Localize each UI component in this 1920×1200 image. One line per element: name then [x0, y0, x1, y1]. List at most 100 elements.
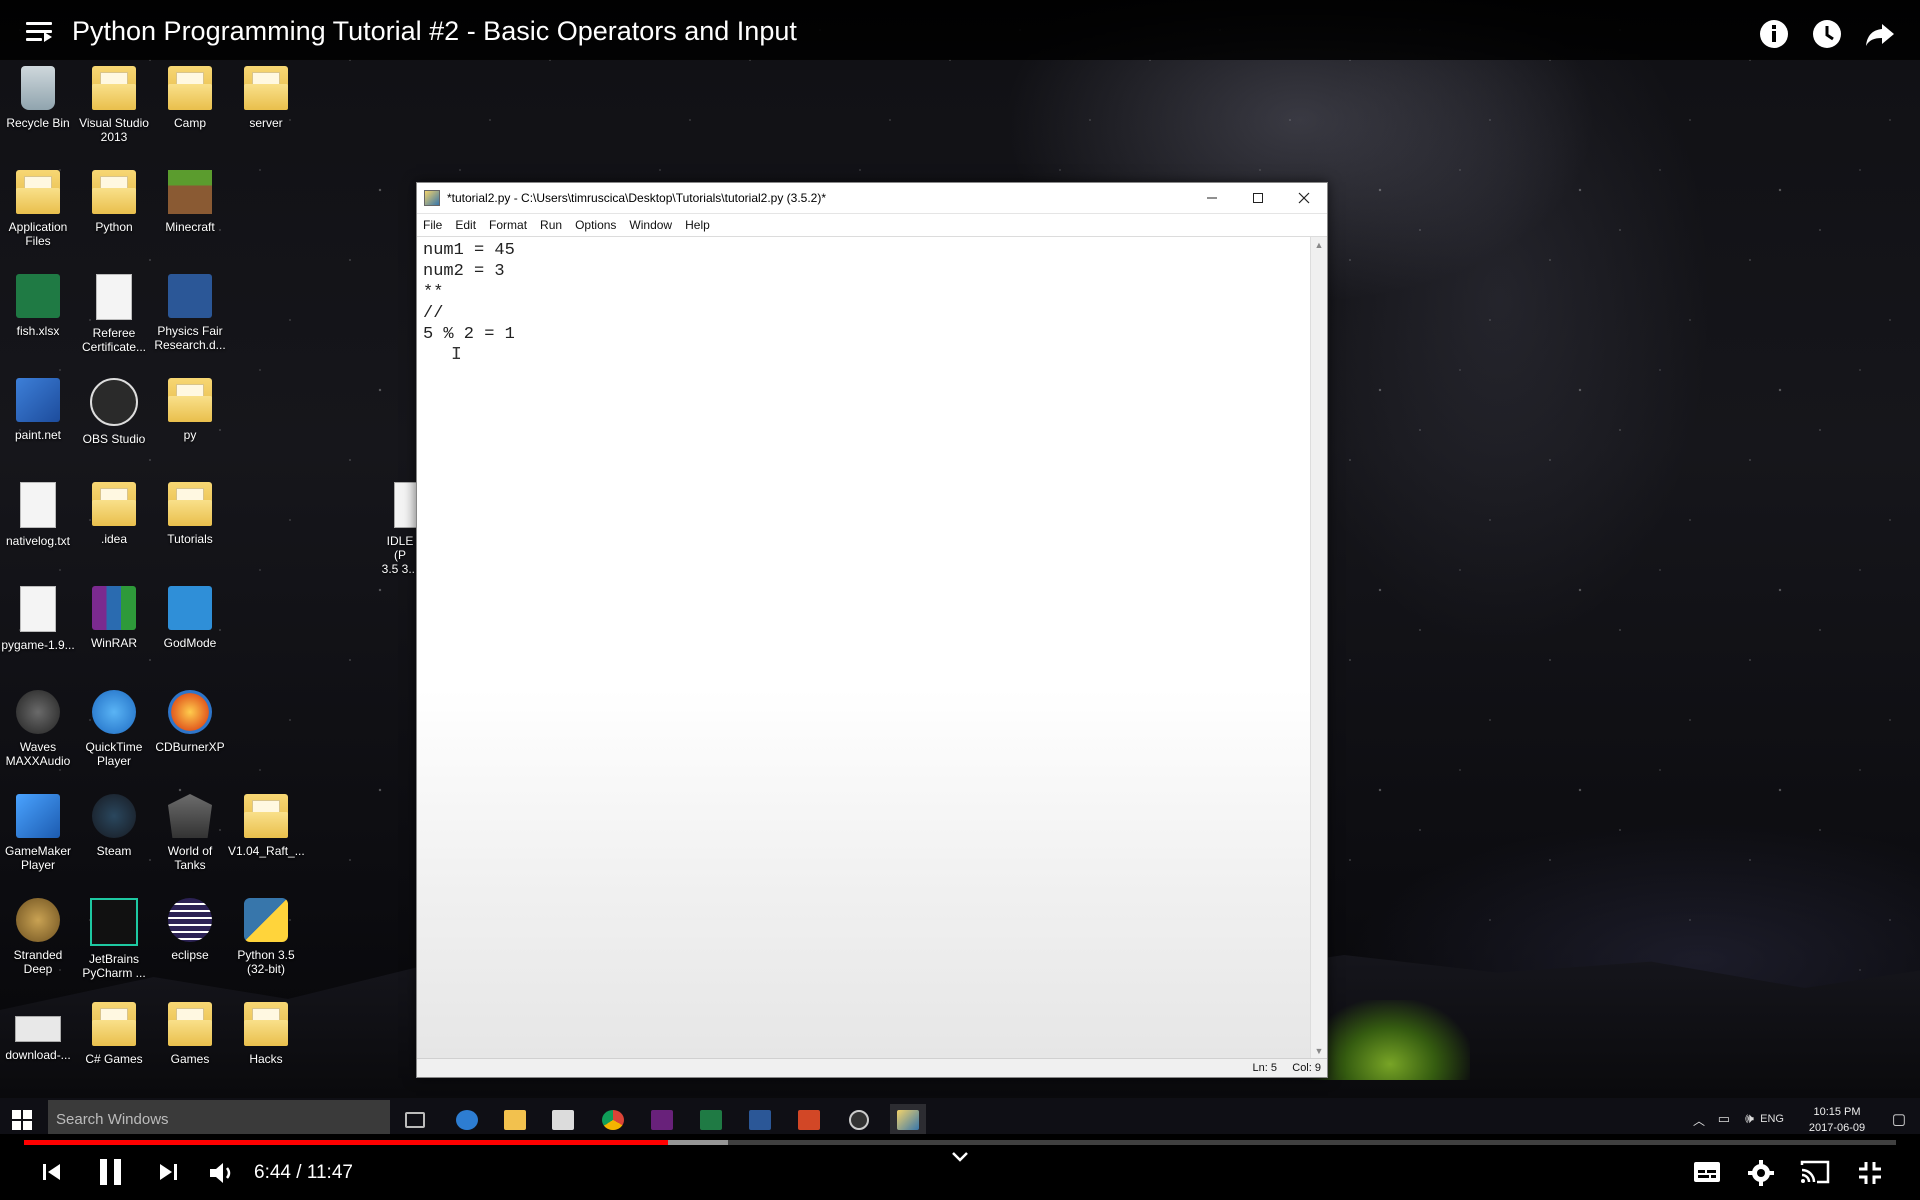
desktop-icon-pycharm[interactable]: JetBrains PyCharm ... [76, 898, 152, 980]
next-button[interactable] [156, 1160, 180, 1189]
desktop-icon-fish-xlsx[interactable]: fish.xlsx [0, 274, 76, 338]
excel-icon [16, 274, 60, 318]
menu-run[interactable]: Run [540, 218, 562, 232]
menu-icon[interactable] [26, 22, 52, 42]
progress-bar[interactable] [24, 1140, 1896, 1145]
desktop-icon-tutorials[interactable]: Tutorials [152, 482, 228, 546]
download-icon [15, 1016, 61, 1042]
menu-format[interactable]: Format [489, 218, 527, 232]
desktop-icon-stranded-deep[interactable]: Stranded Deep [0, 898, 76, 976]
edge-icon[interactable] [449, 1104, 485, 1136]
desktop-icon-pygame[interactable]: pygame-1.9... [0, 586, 76, 652]
desktop-icon-world-of-tanks[interactable]: World of Tanks [152, 794, 228, 872]
desktop-icon-server[interactable]: server [228, 66, 304, 130]
store-icon[interactable] [545, 1104, 581, 1136]
status-column: Col: 9 [1292, 1062, 1321, 1074]
subtitles-button[interactable] [1693, 1160, 1721, 1189]
desktop-icon-idea[interactable]: .idea [76, 482, 152, 546]
scroll-down-icon[interactable]: ▼ [1311, 1043, 1327, 1059]
desktop-icon-referee-certificate[interactable]: Referee Certificate... [76, 274, 152, 354]
powerpoint-icon[interactable] [791, 1104, 827, 1136]
desktop-icon-recycle-bin[interactable]: Recycle Bin [0, 66, 76, 130]
desktop-icon-winrar[interactable]: WinRAR [76, 586, 152, 650]
file-explorer-icon[interactable] [497, 1104, 533, 1136]
volume-button[interactable] [208, 1160, 236, 1191]
desktop-icon-idle-partial[interactable]: IDLE (P 3.5 3... [380, 482, 426, 576]
desktop-icon-python-35[interactable]: Python 3.5 (32-bit) [228, 898, 304, 976]
code-editor[interactable]: num1 = 45 num2 = 3 ** // 5 % 2 = 1 I [417, 237, 1311, 1059]
desktop-icon-application-files[interactable]: Application Files [0, 170, 76, 248]
word-icon[interactable] [742, 1104, 778, 1136]
desktop-icon-python[interactable]: Python [76, 170, 152, 234]
folder-icon [244, 1002, 288, 1046]
eclipse-icon [168, 898, 212, 942]
obs-icon[interactable] [841, 1104, 877, 1138]
desktop-icon-visual-studio-2013[interactable]: Visual Studio 2013 [76, 66, 152, 144]
minimize-icon [1207, 197, 1217, 199]
exit-fullscreen-button[interactable] [1857, 1160, 1883, 1191]
desktop-icon-cdburnerxp[interactable]: CDBurnerXP [152, 690, 228, 754]
desktop-icon-py[interactable]: py [152, 378, 228, 442]
folder-icon [244, 66, 288, 110]
network-icon[interactable]: ▭ [1718, 1111, 1730, 1127]
desktop-icon-godmode[interactable]: GodMode [152, 586, 228, 650]
desktop-icon-minecraft[interactable]: Minecraft [152, 170, 228, 234]
previous-button[interactable] [40, 1160, 64, 1189]
excel-icon[interactable] [693, 1104, 729, 1136]
desktop-icon-physics-fair[interactable]: Physics Fair Research.d... [152, 274, 228, 352]
gamemaker-icon [16, 794, 60, 838]
info-icon[interactable] [1758, 18, 1790, 50]
minimize-button[interactable] [1189, 183, 1235, 213]
menu-window[interactable]: Window [629, 218, 672, 232]
taskbar-clock[interactable]: 10:15 PM 2017-06-09 [1802, 1104, 1872, 1136]
chevron-up-icon[interactable]: ︿ [1693, 1112, 1705, 1129]
desktop-icon-raft[interactable]: V1.04_Raft_... [228, 794, 305, 858]
desktop-icon-paint-net[interactable]: paint.net [0, 378, 76, 442]
notifications-icon[interactable]: ▢ [1892, 1110, 1906, 1128]
cast-button[interactable] [1800, 1160, 1830, 1189]
desktop-icon-games[interactable]: Games [152, 1002, 228, 1066]
word-icon [168, 274, 212, 318]
progress-played [24, 1140, 668, 1145]
volume-icon[interactable]: 🕪 [1745, 1110, 1754, 1127]
scroll-up-icon[interactable]: ▲ [1311, 237, 1327, 253]
folder-icon [168, 482, 212, 526]
menu-file[interactable]: File [423, 218, 442, 232]
desktop-icon-nativelog[interactable]: nativelog.txt [0, 482, 76, 548]
task-view-icon[interactable] [397, 1104, 433, 1136]
pycharm-icon [90, 898, 138, 946]
desktop-icon-waves[interactable]: Waves MAXXAudio [0, 690, 76, 768]
desktop-icon-obs-studio[interactable]: OBS Studio [76, 378, 152, 446]
desktop-icon-steam[interactable]: Steam [76, 794, 152, 858]
menu-help[interactable]: Help [685, 218, 710, 232]
text-cursor-icon: I [451, 345, 462, 365]
watch-later-icon[interactable] [1811, 18, 1843, 50]
desktop-icon-download[interactable]: download-... [0, 1002, 76, 1062]
close-button[interactable] [1281, 183, 1327, 213]
menu-options[interactable]: Options [575, 218, 616, 232]
skip-next-icon [160, 1164, 177, 1180]
idle-app-icon [424, 190, 440, 206]
settings-button[interactable] [1748, 1160, 1774, 1191]
vertical-scrollbar[interactable]: ▲ ▼ [1310, 237, 1327, 1059]
desktop-icon-gamemaker[interactable]: GameMaker Player [0, 794, 76, 872]
idle-editor-window[interactable]: *tutorial2.py - C:\Users\timruscica\Desk… [416, 182, 1328, 1078]
language-indicator[interactable]: ENG [1760, 1113, 1784, 1125]
maximize-button[interactable] [1235, 183, 1281, 213]
visual-studio-icon[interactable] [644, 1104, 680, 1136]
chrome-icon[interactable] [595, 1104, 631, 1138]
menu-edit[interactable]: Edit [455, 218, 476, 232]
window-title-bar[interactable]: *tutorial2.py - C:\Users\timruscica\Desk… [417, 183, 1327, 214]
idle-icon[interactable] [890, 1104, 926, 1138]
cdburner-icon [168, 690, 212, 734]
desktop-icon-hacks[interactable]: Hacks [228, 1002, 304, 1066]
desktop-icon-quicktime[interactable]: QuickTime Player [76, 690, 152, 768]
start-button[interactable] [12, 1110, 32, 1130]
share-icon[interactable] [1864, 18, 1896, 50]
desktop-icon-eclipse[interactable]: eclipse [152, 898, 228, 962]
video-title[interactable]: Python Programming Tutorial #2 - Basic O… [72, 16, 797, 47]
pause-button[interactable] [96, 1156, 126, 1193]
expand-chevron-button[interactable] [950, 1150, 970, 1169]
desktop-icon-csharp-games[interactable]: C# Games [76, 1002, 152, 1066]
desktop-icon-camp[interactable]: Camp [152, 66, 228, 130]
